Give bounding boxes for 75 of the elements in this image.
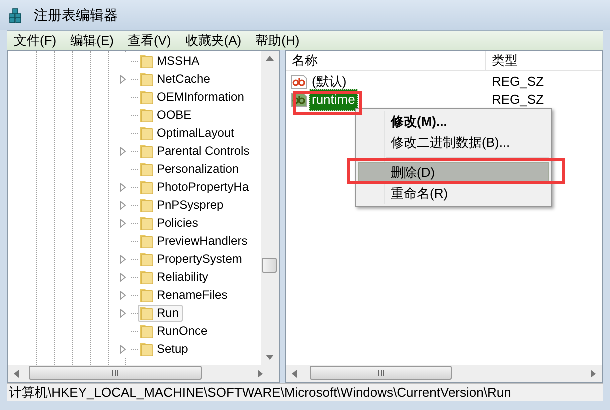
scroll-down-icon[interactable] (266, 355, 274, 360)
tree-item[interactable]: Parental Controls (138, 142, 254, 160)
folder-icon (139, 197, 154, 213)
menu-item[interactable]: 重命名(R) (358, 183, 549, 204)
tree-item[interactable]: PhotoPropertyHa (138, 178, 254, 196)
expand-arrow-icon[interactable] (120, 254, 126, 264)
column-header[interactable]: 类型 (486, 51, 602, 70)
menu-item[interactable]: 查看(V) (120, 30, 178, 50)
scroll-up-icon[interactable] (266, 56, 274, 61)
window-title: 注册表编辑器 (34, 6, 118, 24)
folder-icon (139, 161, 154, 177)
folder-icon (139, 125, 154, 141)
folder-icon (139, 341, 154, 357)
scroll-right-icon[interactable] (258, 370, 263, 378)
scroll-right-icon[interactable] (591, 370, 596, 378)
string-value-icon (291, 74, 307, 90)
folder-icon (139, 287, 154, 303)
menu-item[interactable]: 删除(D) (358, 162, 549, 183)
tree-item[interactable]: Personalization (138, 160, 244, 178)
tree-item[interactable]: OOBE (138, 106, 196, 124)
folder-icon (139, 71, 154, 87)
tree-item[interactable]: NetCache (138, 70, 214, 88)
folder-icon (139, 179, 154, 195)
expand-arrow-icon[interactable] (120, 74, 126, 84)
folder-icon (139, 269, 154, 285)
folder-icon (139, 53, 154, 69)
tree-item[interactable]: Reliability (138, 268, 212, 286)
expand-arrow-icon[interactable] (120, 146, 126, 156)
scroll-left-icon[interactable] (14, 370, 19, 378)
menu-item[interactable]: 编辑(E) (64, 30, 121, 50)
scroll-thumb[interactable] (262, 258, 277, 273)
folder-icon (139, 305, 154, 321)
horizontal-scrollbar[interactable] (8, 365, 279, 382)
tree-item[interactable]: Policies (138, 214, 202, 232)
grip-icon (378, 370, 384, 376)
column-header[interactable]: 名称 (286, 51, 486, 70)
folder-icon (139, 323, 154, 339)
folder-icon (139, 143, 154, 159)
folder-icon (139, 233, 154, 249)
scroll-thumb[interactable] (310, 366, 452, 380)
folder-icon (139, 107, 154, 123)
menu-item[interactable]: 文件(F) (7, 30, 64, 50)
expand-arrow-icon[interactable] (120, 218, 126, 228)
tree-item[interactable]: PreviewHandlers (138, 232, 252, 250)
scroll-thumb[interactable] (29, 366, 202, 380)
tree-item[interactable]: OEMInformation (138, 88, 248, 106)
expand-arrow-icon[interactable] (120, 290, 126, 300)
status-path: 计算机\HKEY_LOCAL_MACHINE\SOFTWARE\Microsoft\Windows\CurrentVersion\Run (8, 384, 512, 402)
vertical-scrollbar[interactable] (261, 51, 279, 365)
grip-icon (112, 370, 119, 376)
tree-item[interactable]: OptimalLayout (138, 124, 238, 142)
folder-icon (139, 215, 154, 231)
folder-icon (139, 89, 154, 105)
tree-item[interactable]: PnPSysprep (138, 196, 228, 214)
tree-item[interactable]: MSSHA (138, 52, 204, 70)
expand-arrow-icon[interactable] (120, 182, 126, 192)
expand-arrow-icon[interactable] (120, 200, 126, 210)
menu-item[interactable]: 帮助(H) (248, 30, 307, 50)
menu-item[interactable]: 收藏夹(A) (178, 30, 249, 50)
tree-item[interactable]: RunOnce (138, 322, 212, 340)
horizontal-scrollbar[interactable] (286, 365, 602, 382)
tree-item[interactable]: PropertySystem (138, 250, 246, 268)
tree-item[interactable]: Run (138, 304, 184, 322)
tree-item[interactable]: Setup (138, 340, 192, 358)
expand-arrow-icon[interactable] (120, 344, 126, 354)
folder-icon (139, 251, 154, 267)
annotation-frame (293, 91, 362, 115)
expand-arrow-icon[interactable] (120, 272, 126, 282)
tree-item[interactable]: RenameFiles (138, 286, 232, 304)
expand-arrow-icon[interactable] (120, 308, 126, 318)
value-type: REG_SZ (491, 73, 544, 92)
scroll-left-icon[interactable] (292, 370, 297, 378)
menu-item[interactable]: 修改(M)... (358, 111, 549, 132)
value-type: REG_SZ (491, 91, 544, 110)
menu-item[interactable]: 修改二进制数据(B)... (358, 132, 549, 153)
